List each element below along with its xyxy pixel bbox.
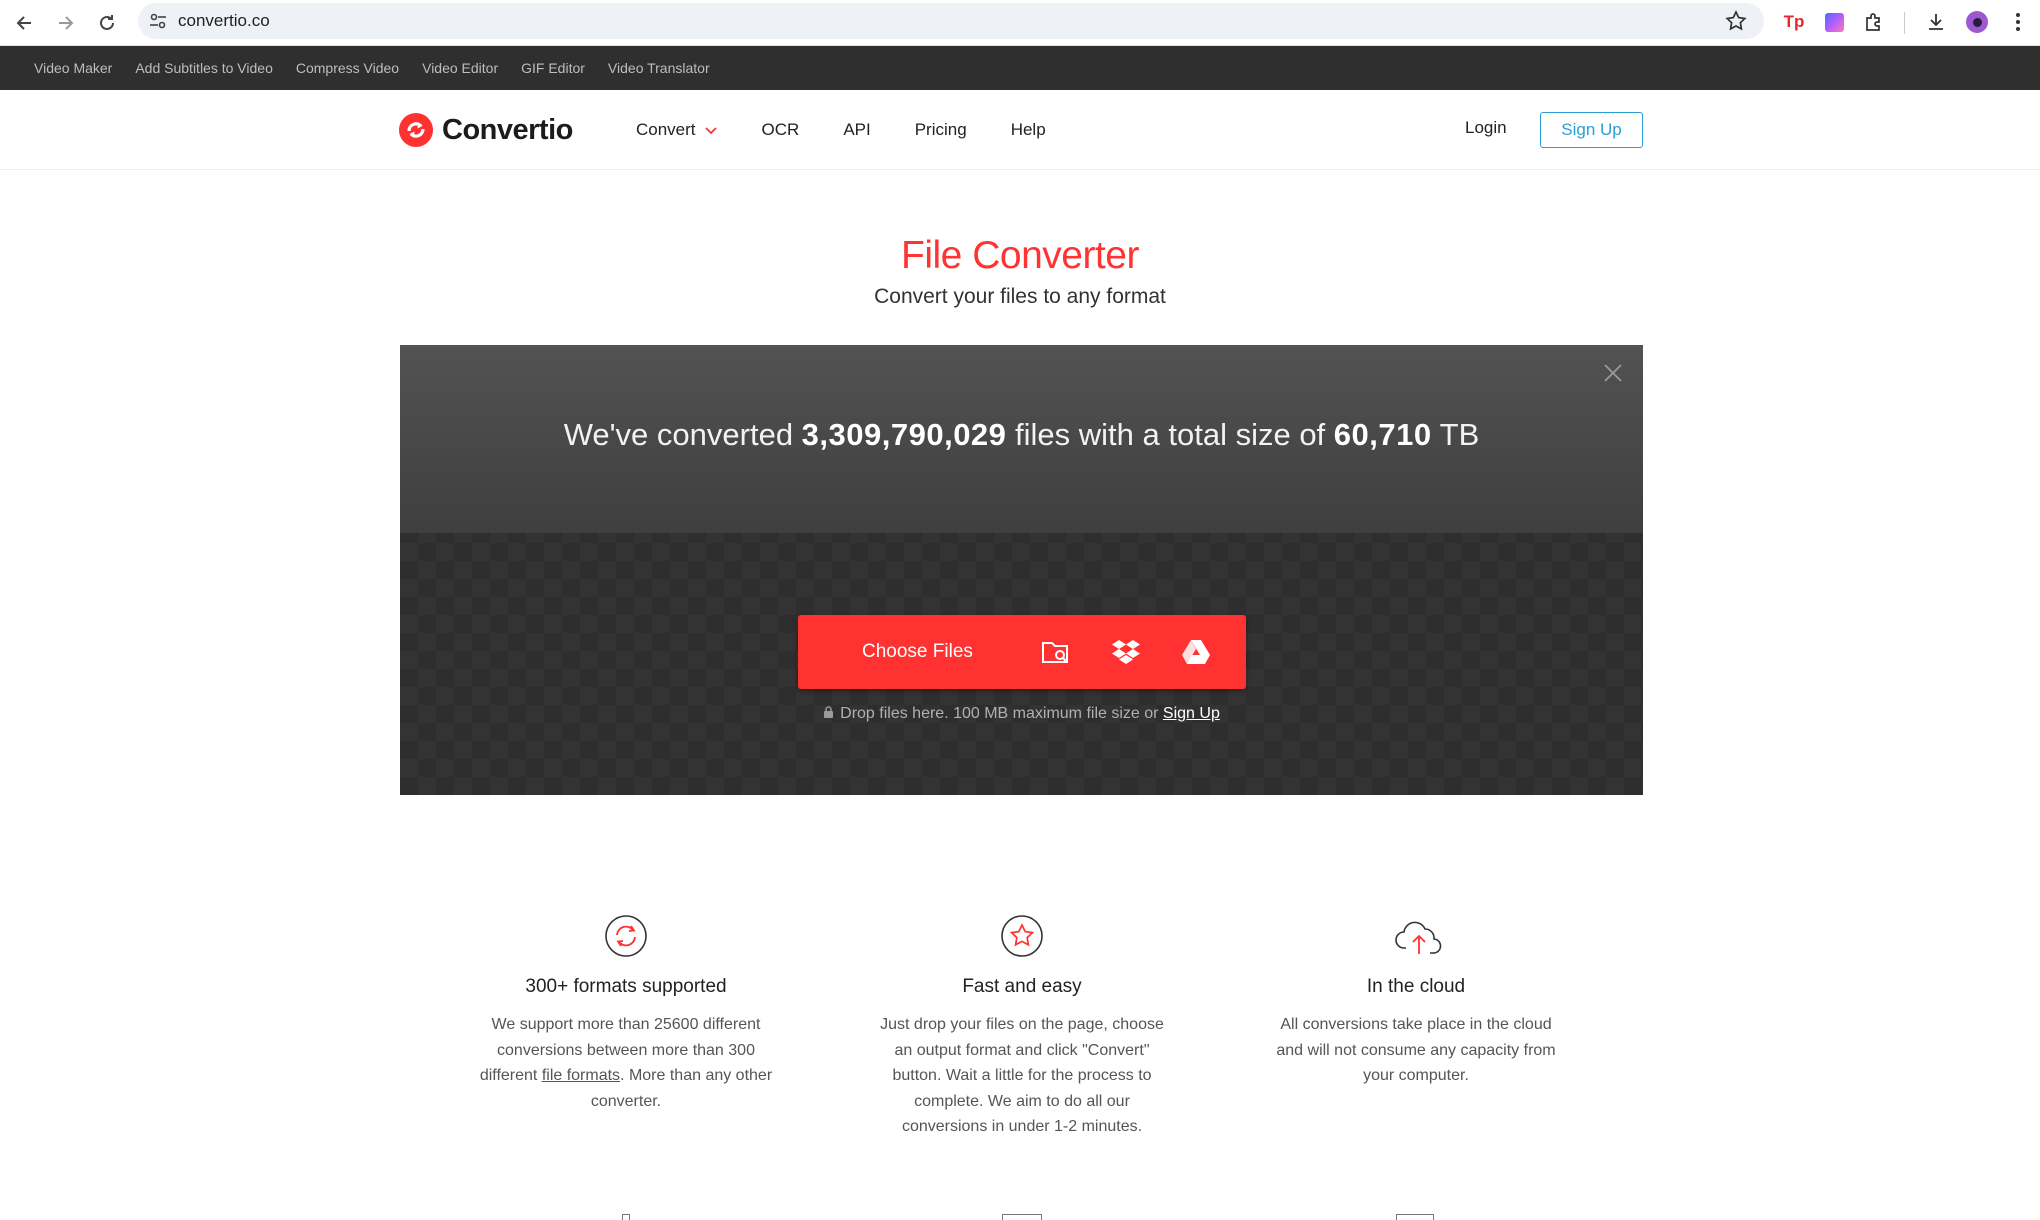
page-subtitle: Convert your files to any format <box>874 285 1166 308</box>
conversion-stats: We've converted 3,309,790,029 files with… <box>563 417 1480 452</box>
top-links-bar: Video Maker Add Subtitles to Video Compr… <box>0 46 2040 90</box>
partial-icon <box>1396 1214 1434 1220</box>
choose-files-label: Choose Files <box>862 641 973 662</box>
partial-icon <box>622 1214 630 1220</box>
profile-avatar[interactable] <box>1963 8 1991 36</box>
site-header: Convertio Convert OCR API Pricing Help L… <box>0 90 2040 170</box>
topbar-link-video-translator[interactable]: Video Translator <box>608 60 710 76</box>
topbar-link-video-maker[interactable]: Video Maker <box>34 60 112 76</box>
signup-button[interactable]: Sign Up <box>1540 112 1643 148</box>
total-size: 60,710 <box>1333 417 1432 452</box>
feature-cloud: In the cloud All conversions take place … <box>1266 914 1566 1089</box>
nav-convert[interactable]: Convert <box>636 120 718 140</box>
feature-title: 300+ formats supported <box>525 976 727 997</box>
topbar-link-video-editor[interactable]: Video Editor <box>422 60 498 76</box>
feature-text: We support more than 25600 different con… <box>479 1016 773 1110</box>
back-icon[interactable] <box>10 8 40 38</box>
site-info-icon[interactable] <box>148 11 168 31</box>
reload-icon[interactable] <box>92 8 122 38</box>
forward-icon[interactable] <box>50 8 80 38</box>
feature-title: In the cloud <box>1366 976 1466 997</box>
files-count: 3,309,790,029 <box>801 417 1007 452</box>
feature-formats: 300+ formats supported We support more t… <box>476 914 776 1114</box>
nav-api[interactable]: API <box>843 120 870 140</box>
extension-gradient-icon[interactable] <box>1820 8 1848 36</box>
topbar-link-compress-video[interactable]: Compress Video <box>296 60 399 76</box>
logo-text: Convertio <box>442 113 573 146</box>
feature-fast: Fast and easy Just drop your files on th… <box>872 914 1172 1140</box>
extension-tp-icon[interactable]: Tp <box>1780 8 1808 36</box>
nav-help[interactable]: Help <box>1011 120 1046 140</box>
downloads-icon[interactable] <box>1922 8 1950 36</box>
feature-text: All conversions take place in the cloud … <box>1276 1016 1556 1084</box>
lock-icon <box>824 706 834 718</box>
more-menu-icon[interactable] <box>2004 8 2032 36</box>
url-text: convertio.co <box>178 11 270 30</box>
topbar-link-add-subtitles[interactable]: Add Subtitles to Video <box>135 60 273 76</box>
upload-panel[interactable]: We've converted 3,309,790,029 files with… <box>400 345 1643 795</box>
convert-arrows-icon <box>604 914 648 958</box>
chevron-down-icon <box>704 127 717 135</box>
dropbox-icon[interactable] <box>1110 637 1142 667</box>
login-link[interactable]: Login <box>1465 118 1507 138</box>
partial-icon <box>1002 1214 1042 1220</box>
browser-toolbar: convertio.co Tp <box>0 0 2040 46</box>
star-icon <box>1000 914 1044 958</box>
feature-text: Just drop your files on the page, choose… <box>880 1016 1164 1135</box>
choose-files-button[interactable]: Choose Files <box>798 615 1246 689</box>
topbar-link-gif-editor[interactable]: GIF Editor <box>521 60 585 76</box>
folder-search-icon[interactable] <box>1040 637 1072 667</box>
file-formats-link[interactable]: file formats <box>542 1067 620 1084</box>
bookmark-star-icon[interactable] <box>1724 9 1748 33</box>
extensions-puzzle-icon[interactable] <box>1860 8 1888 36</box>
drop-files-note: Drop files here. 100 MB maximum file siz… <box>400 705 1643 723</box>
google-drive-icon[interactable] <box>1180 637 1212 667</box>
nav-ocr[interactable]: OCR <box>762 120 800 140</box>
page-title: File Converter <box>901 234 1139 277</box>
cloud-upload-icon <box>1394 914 1442 958</box>
feature-title: Fast and easy <box>962 976 1082 997</box>
logo[interactable]: Convertio <box>398 110 573 150</box>
logo-icon <box>399 113 433 147</box>
close-icon[interactable] <box>1601 361 1625 385</box>
drop-signup-link[interactable]: Sign Up <box>1163 705 1220 722</box>
nav-pricing[interactable]: Pricing <box>915 120 967 140</box>
main-nav: Convert OCR API Pricing Help <box>636 90 1046 170</box>
address-bar[interactable]: convertio.co <box>138 3 1764 39</box>
